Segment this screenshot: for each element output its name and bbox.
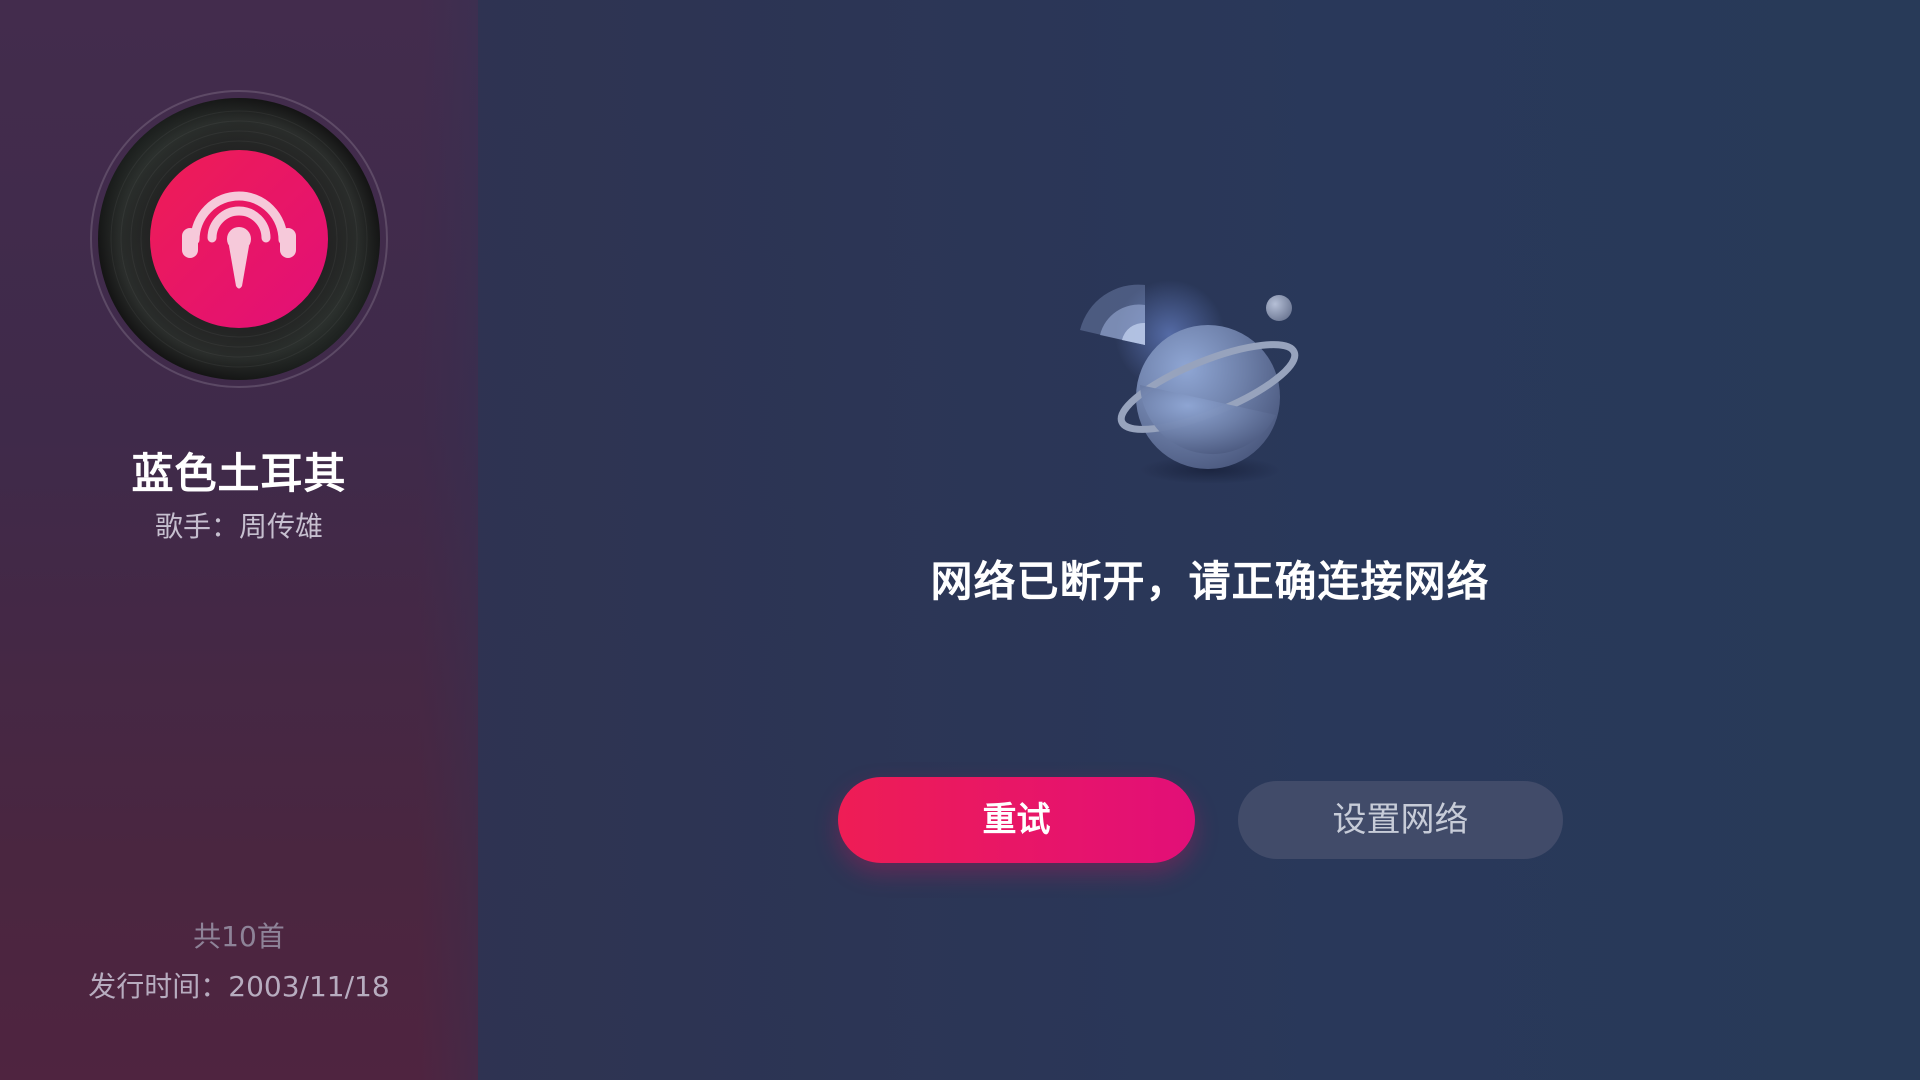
planet-signal-lost-icon [1060,265,1380,505]
release-date: 发行时间：2003/11/18 [88,970,390,1003]
album-info-panel: 蓝色土耳其 歌手：周传雄 共10首 发行时间：2003/11/18 [0,0,478,1080]
error-message: 网络已断开，请正确连接网络 [930,557,1490,606]
album-title: 蓝色土耳其 [131,449,347,498]
album-artist: 歌手：周传雄 [154,510,323,543]
vinyl-record-icon [90,90,388,388]
track-count: 共10首 [193,920,285,953]
retry-button[interactable]: 重试 [838,777,1195,863]
network-settings-button[interactable]: 设置网络 [1238,781,1563,859]
offline-screen: 蓝色土耳其 歌手：周传雄 共10首 发行时间：2003/11/18 网络已断开，… [0,0,1920,1080]
album-cover [90,90,388,388]
